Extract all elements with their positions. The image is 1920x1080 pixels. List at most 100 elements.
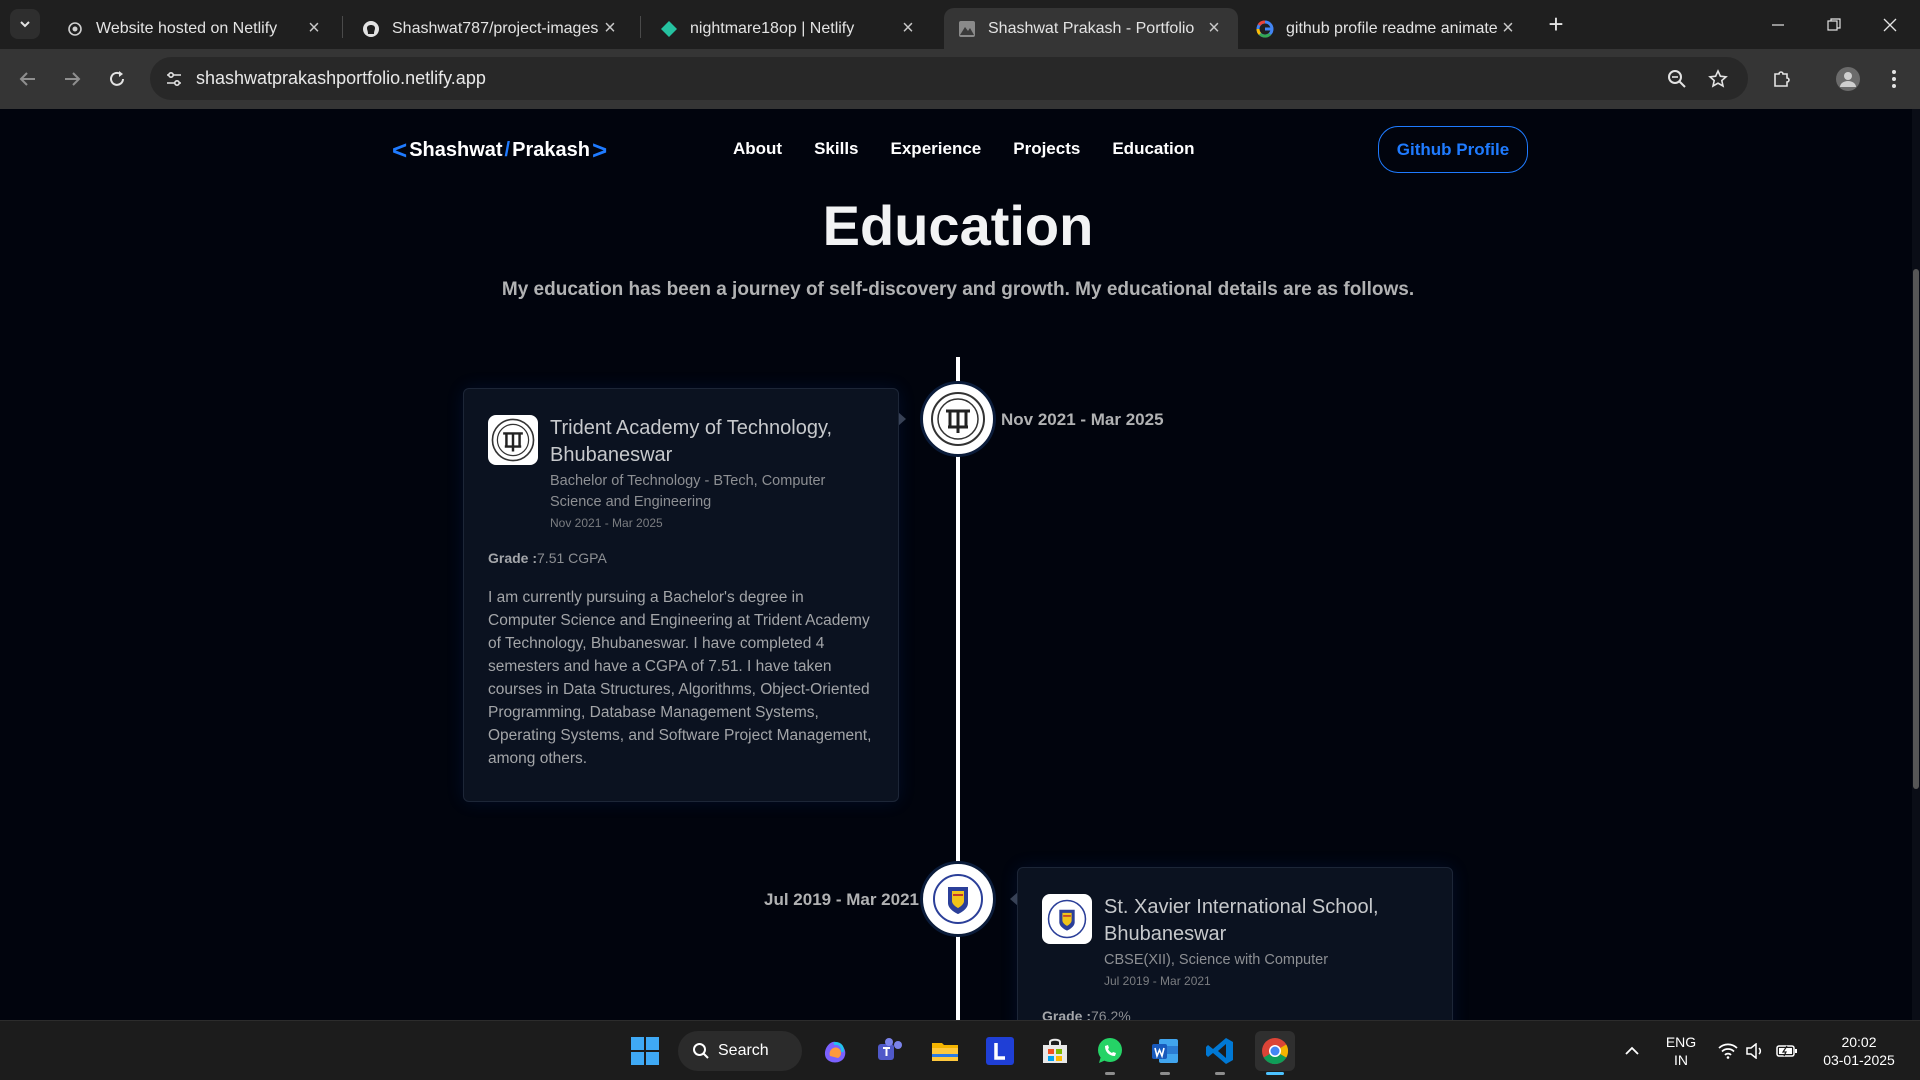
scrollbar-thumb[interactable] (1913, 269, 1919, 789)
logo-slash: / (504, 139, 511, 161)
school-name: St. Xavier International School, Bhubane… (1104, 896, 1379, 945)
vscode-app[interactable] (1200, 1031, 1240, 1075)
l-app[interactable] (980, 1031, 1020, 1071)
github-icon (362, 20, 380, 38)
forward-button[interactable] (56, 63, 88, 95)
reload-button[interactable] (101, 63, 133, 95)
teams-app[interactable] (870, 1031, 910, 1071)
tab-title: Shashwat787/project-images (392, 19, 599, 37)
nav-link-education[interactable]: Education (1112, 139, 1194, 159)
bookmark-star-icon[interactable] (1705, 66, 1731, 92)
back-button[interactable] (12, 63, 44, 95)
tab-google-search[interactable]: github profile readme animated × (1242, 8, 1532, 49)
arrow-left-icon (19, 72, 35, 86)
tab-portfolio[interactable]: Shashwat Prakash - Portfolio × (944, 8, 1238, 49)
minimize-button[interactable] (1750, 0, 1806, 49)
reload-icon (110, 71, 124, 86)
puzzle-icon (1774, 71, 1790, 87)
browser-toolbar: shashwatprakashportfolio.netlify.app (0, 49, 1920, 109)
copilot-app[interactable] (815, 1031, 855, 1071)
section-title: Education (822, 194, 1094, 257)
browser-menu-button[interactable] (1878, 63, 1910, 95)
windows-logo-icon (631, 1037, 659, 1065)
nav-link-about[interactable]: About (733, 139, 782, 159)
nav-link-skills[interactable]: Skills (814, 139, 858, 159)
close-tab-icon[interactable]: × (898, 17, 918, 39)
search-label: Search (718, 1042, 769, 1059)
restore-button[interactable] (1806, 0, 1862, 49)
word-app[interactable] (1145, 1031, 1185, 1075)
grade: Grade :7.51 CGPA (488, 550, 874, 566)
trident-logo-icon (931, 392, 985, 446)
grade-label: Grade : (1042, 1008, 1092, 1020)
show-hidden-icons-button[interactable] (1612, 1031, 1652, 1071)
teams-icon (878, 1038, 902, 1060)
running-indicator (1105, 1072, 1115, 1075)
nav-link-experience[interactable]: Experience (891, 139, 982, 159)
github-profile-button[interactable]: Github Profile (1378, 126, 1528, 173)
avatar-icon (1836, 67, 1860, 91)
close-tab-icon[interactable]: × (1498, 17, 1518, 39)
timeline-date: Nov 2021 - Mar 2025 (1001, 410, 1164, 429)
netlify-diamond-icon (660, 20, 678, 38)
tab-title: Shashwat Prakash - Portfolio (988, 19, 1195, 37)
grade-value: 76.2% (1091, 1008, 1131, 1020)
degree: CBSE(XII), Science with Computer (1104, 952, 1329, 968)
address-bar[interactable]: shashwatprakashportfolio.netlify.app (150, 57, 1748, 100)
whatsapp-icon (1098, 1038, 1122, 1063)
trident-logo-icon (488, 415, 538, 465)
tab-github-project-images[interactable]: Shashwat787/project-images × (348, 8, 634, 49)
whatsapp-app[interactable] (1090, 1031, 1130, 1075)
grade-label: Grade : (488, 550, 538, 566)
nav-menu: About Skills Experience Projects Educati… (733, 139, 1195, 159)
active-indicator (1266, 1072, 1284, 1075)
page-scrollbar[interactable] (1912, 109, 1920, 1020)
tab-netlify-website[interactable]: Website hosted on Netlify × (52, 8, 338, 49)
chrome-icon (1262, 1038, 1289, 1065)
grade: Grade :76.2% (1042, 1008, 1428, 1020)
start-button[interactable] (625, 1031, 665, 1071)
netlify-swirl-icon (66, 20, 84, 38)
nav-link-projects[interactable]: Projects (1013, 139, 1080, 159)
battery-charging-icon (1776, 1045, 1797, 1057)
logo-first-name: Shashwat (409, 139, 503, 161)
windows-taskbar: Search ENG IN 20:02 03-01-2025 (0, 1020, 1920, 1080)
battery-button[interactable] (1767, 1031, 1807, 1071)
school-name: Trident Academy of Technology, Bhubanesw… (550, 417, 833, 466)
copilot-icon (824, 1041, 846, 1063)
zoom-icon[interactable] (1664, 66, 1690, 92)
card-pointer (898, 412, 906, 426)
close-window-button[interactable] (1862, 0, 1918, 49)
running-indicator (1160, 1072, 1170, 1075)
running-indicator (1215, 1072, 1225, 1075)
close-tab-icon[interactable]: × (304, 17, 324, 39)
new-tab-button[interactable]: + (1542, 10, 1570, 38)
site-info-icon[interactable] (162, 67, 186, 91)
more-vertical-icon (1892, 70, 1896, 88)
tab-separator (640, 16, 641, 38)
microsoft-store-app[interactable] (1035, 1031, 1075, 1071)
browser-tab-bar: Website hosted on Netlify × Shashwat787/… (0, 0, 1920, 49)
input-language[interactable]: ENG IN (1664, 1033, 1698, 1069)
site-logo[interactable]: < Shashwat / Prakash > (390, 135, 609, 166)
section-description: My education has been a journey of self-… (501, 279, 1415, 300)
arrow-right-icon (65, 72, 81, 86)
profile-avatar[interactable] (1832, 63, 1864, 95)
minimize-icon (1772, 23, 1784, 26)
word-icon (1152, 1039, 1178, 1063)
xavier-crest-icon (933, 874, 983, 924)
file-explorer-icon (932, 1043, 958, 1061)
file-explorer-app[interactable] (925, 1031, 965, 1071)
tab-netlify-nightmare[interactable]: nightmare18op | Netlify × (646, 8, 932, 49)
timeline-dot-xavier (923, 864, 993, 934)
taskbar-search[interactable]: Search (678, 1031, 802, 1071)
education-card-trident: Trident Academy of Technology, Bhubanesw… (463, 388, 899, 802)
extensions-button[interactable] (1766, 63, 1798, 95)
degree: Bachelor of Technology - BTech, Computer… (550, 473, 826, 510)
close-tab-icon[interactable]: × (1204, 17, 1224, 39)
chrome-app[interactable] (1255, 1031, 1295, 1075)
clock[interactable]: 20:02 03-01-2025 (1812, 1033, 1906, 1069)
tab-search-button[interactable] (10, 9, 40, 39)
close-tab-icon[interactable]: × (600, 17, 620, 39)
language-code: ENG (1665, 1034, 1697, 1050)
